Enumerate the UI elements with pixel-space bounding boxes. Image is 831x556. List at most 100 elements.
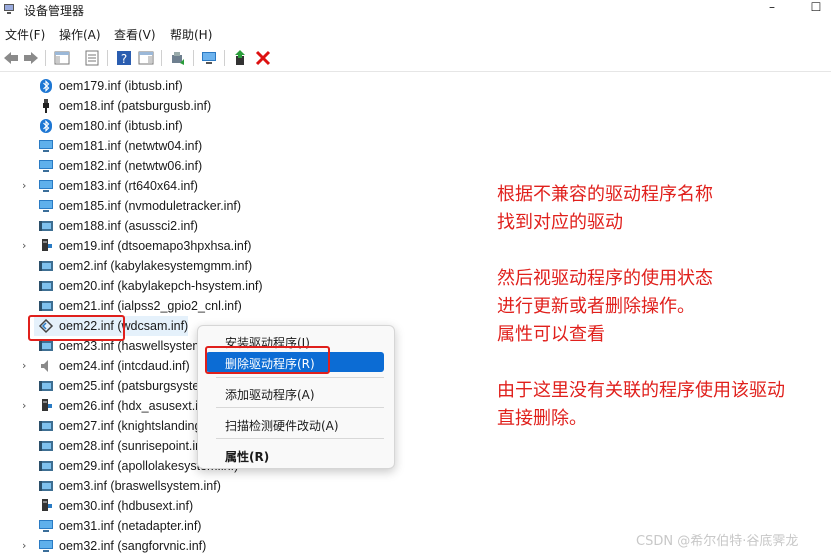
menu-separator [216, 438, 384, 439]
tree-row-label: oem2.inf (kabylakesystemgmm.inf) [59, 259, 253, 273]
tree-row[interactable]: oem21.inf (ialpss2_gpio2_cnl.inf) [0, 296, 400, 316]
minimize-button[interactable]: – [752, 0, 792, 18]
tree-row[interactable]: oem2.inf (kabylakesystemgmm.inf) [0, 256, 400, 276]
menu-item-label: 添加驱动程序(A) [225, 388, 315, 402]
scan-hardware-icon[interactable] [200, 49, 218, 67]
update-driver-icon[interactable] [169, 49, 187, 67]
highlight-box-selected-item [28, 315, 125, 341]
tree-row-label: oem30.inf (hdbusext.inf) [59, 499, 194, 513]
tree-row-label: oem188.inf (asussci2.inf) [59, 219, 198, 233]
highlight-box-uninstall [205, 346, 330, 374]
forward-arrow-icon[interactable] [22, 49, 40, 67]
network-monitor-icon [39, 180, 53, 192]
tree-row[interactable]: oem3.inf (braswellsystem.inf) [0, 476, 400, 496]
device-icon [39, 301, 53, 311]
device-icon [39, 421, 53, 431]
tree-row[interactable]: › oem183.inf (rt640x64.inf) [0, 176, 400, 196]
help-icon[interactable]: ? [115, 49, 133, 67]
tree-row[interactable]: oem182.inf (netwtw06.inf) [0, 156, 400, 176]
chevron-right-icon[interactable]: › [22, 239, 26, 252]
tree-row-label: oem18.inf (patsburgusb.inf) [59, 99, 212, 113]
tree-row-label: oem179.inf (ibtusb.inf) [59, 79, 183, 93]
menu-item-properties[interactable]: 属性(R) [198, 445, 394, 465]
svg-text:?: ? [121, 52, 127, 66]
tree-row-label: oem20.inf (kabylakepch-hsystem.inf) [59, 279, 263, 293]
device-icon [39, 261, 53, 271]
menu-separator [216, 377, 384, 378]
chevron-right-icon[interactable]: › [22, 179, 26, 192]
toolbar-divider [45, 50, 46, 66]
network-monitor-icon [39, 520, 53, 532]
tree-row[interactable]: oem185.inf (nvmoduletracker.inf) [0, 196, 400, 216]
menu-item-label: 扫描检测硬件改动(A) [225, 419, 339, 433]
menu-action[interactable]: 操作(A) [59, 26, 101, 43]
action-pane-icon[interactable] [137, 49, 155, 67]
tree-row-label: oem28.inf (sunrisepoint.inf) [59, 439, 210, 453]
device-icon [39, 281, 53, 291]
show-hide-console-tree-icon[interactable] [53, 49, 71, 67]
uninstall-device-icon[interactable] [254, 49, 272, 67]
network-monitor-icon [39, 160, 53, 172]
device-icon [39, 481, 53, 491]
tree-row-label: oem181.inf (netwtw04.inf) [59, 139, 203, 153]
watermark: CSDN @希尔伯特·谷底霁龙 [636, 534, 799, 549]
chevron-right-icon[interactable]: › [22, 539, 26, 552]
audio-device-icon [42, 499, 52, 511]
tree-row[interactable]: oem181.inf (netwtw04.inf) [0, 136, 400, 156]
tree-row[interactable]: oem179.inf (ibtusb.inf) [0, 76, 400, 96]
audio-device-icon [42, 239, 52, 251]
maximize-button[interactable]: ☐ [796, 0, 831, 18]
title-bar: 设备管理器 – ☐ [0, 0, 831, 22]
menu-item-label: 属性(R) [225, 450, 270, 464]
menu-file[interactable]: 文件(F) [5, 26, 45, 43]
toolbar-divider [161, 50, 162, 66]
tree-row[interactable]: oem20.inf (kabylakepch-hsystem.inf) [0, 276, 400, 296]
toolbar-divider [224, 50, 225, 66]
device-icon [39, 461, 53, 471]
tree-row-label: oem32.inf (sangforvnic.inf) [59, 539, 207, 553]
device-icon [39, 441, 53, 451]
network-monitor-icon [39, 540, 53, 552]
back-arrow-icon[interactable] [2, 49, 20, 67]
tree-row[interactable]: oem18.inf (patsburgusb.inf) [0, 96, 400, 116]
bluetooth-icon [40, 119, 52, 133]
tree-row-label: oem3.inf (braswellsystem.inf) [59, 479, 221, 493]
tree-row-label: oem185.inf (nvmoduletracker.inf) [59, 199, 242, 213]
tree-row[interactable]: oem188.inf (asussci2.inf) [0, 216, 400, 236]
tree-row-label: oem24.inf (intcdaud.inf) [59, 359, 190, 373]
tree-row-label: oem21.inf (ialpss2_gpio2_cnl.inf) [59, 299, 242, 313]
annotation-line: 根据不兼容的驱动程序名称 [497, 184, 713, 205]
speaker-icon [41, 360, 48, 372]
tree-row[interactable]: › oem19.inf (dtsoemapo3hpxhsa.inf) [0, 236, 400, 256]
device-icon [39, 221, 53, 231]
chevron-right-icon[interactable]: › [22, 359, 26, 372]
menu-help[interactable]: 帮助(H) [170, 26, 212, 43]
properties-sheet-icon[interactable] [83, 49, 101, 67]
window-title: 设备管理器 [24, 4, 85, 18]
tree-row[interactable]: oem180.inf (ibtusb.inf) [0, 116, 400, 136]
enable-device-icon[interactable] [232, 49, 250, 67]
device-icon [39, 381, 53, 391]
chevron-right-icon[interactable]: › [22, 399, 26, 412]
audio-device-icon [42, 399, 52, 411]
annotation-line: 然后视驱动程序的使用状态 [497, 268, 713, 289]
annotation-line: 进行更新或者删除操作。 [497, 296, 695, 317]
tree-row[interactable]: › oem32.inf (sangforvnic.inf) [0, 536, 400, 556]
menu-view[interactable]: 查看(V) [114, 26, 156, 43]
annotation-line: 属性可以查看 [497, 324, 605, 345]
tree-row[interactable]: oem31.inf (netadapter.inf) [0, 516, 400, 536]
menu-bar: 文件(F) 操作(A) 查看(V) 帮助(H) [0, 24, 831, 44]
annotation-line: 由于这里没有关联的程序使用该驱动 [497, 380, 785, 401]
tree-row[interactable]: oem30.inf (hdbusext.inf) [0, 496, 400, 516]
tree-row-label: oem19.inf (dtsoemapo3hpxhsa.inf) [59, 239, 252, 253]
toolbar-divider [107, 50, 108, 66]
menu-separator [216, 407, 384, 408]
tree-row-label: oem31.inf (netadapter.inf) [59, 519, 202, 533]
bluetooth-icon [40, 79, 52, 93]
tree-row-label: oem182.inf (netwtw06.inf) [59, 159, 203, 173]
menu-item-add-driver[interactable]: 添加驱动程序(A) [198, 383, 394, 403]
menu-item-scan-hardware[interactable]: 扫描检测硬件改动(A) [198, 414, 394, 434]
device-manager-icon [4, 4, 14, 14]
tree-row-label: oem26.inf (hdx_asusext.inf) [59, 399, 213, 413]
usb-plug-icon [43, 99, 49, 113]
